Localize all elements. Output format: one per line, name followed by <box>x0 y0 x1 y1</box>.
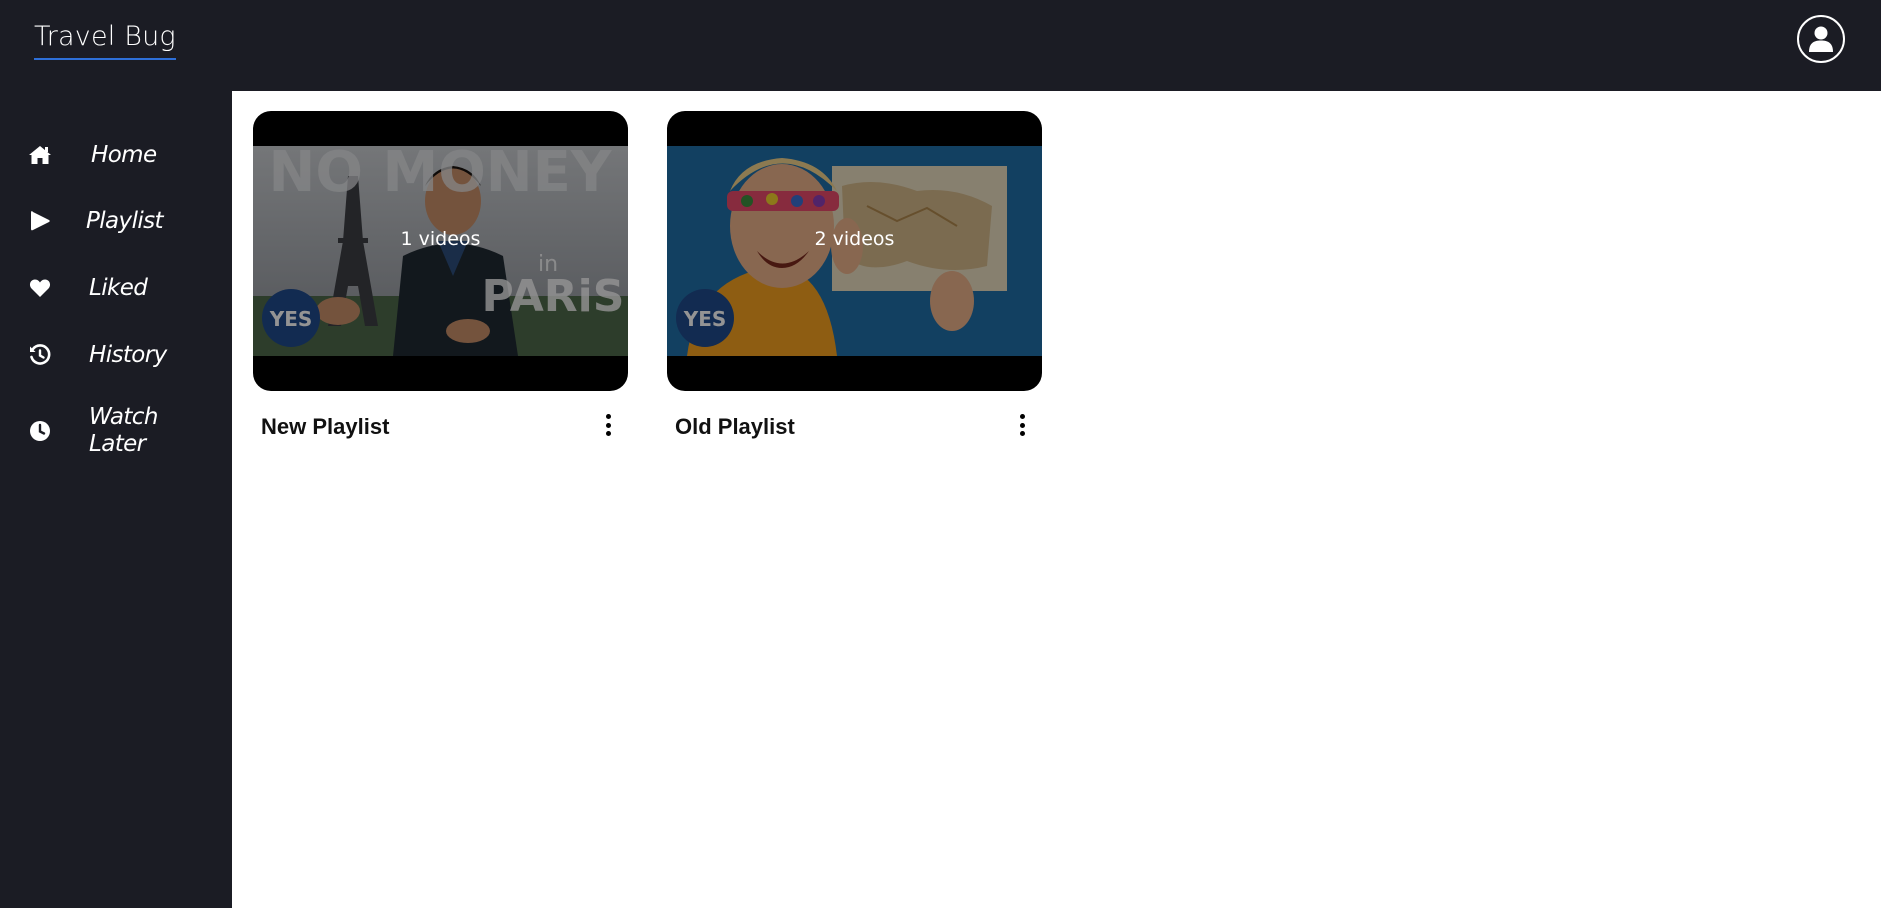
video-count: 1 videos <box>400 228 481 250</box>
sidebar-item-label: Watch Later <box>89 404 158 457</box>
clock-icon <box>28 419 52 443</box>
thumbnail-overlay <box>667 146 1042 356</box>
sidebar-item-label: Playlist <box>86 207 164 234</box>
sidebar-item-liked[interactable]: Liked <box>0 260 232 316</box>
sidebar-item-watch-later[interactable]: Watch Later <box>0 403 232 459</box>
sidebar-item-label: History <box>89 341 167 368</box>
video-count: 2 videos <box>814 228 895 250</box>
heart-icon <box>28 276 52 300</box>
more-options-icon[interactable] <box>600 412 616 438</box>
history-icon <box>28 343 52 367</box>
sidebar-item-playlist[interactable]: Playlist <box>0 193 232 249</box>
playlist-thumbnail[interactable]: NO MONEY in PARiS YES 1 videos <box>253 111 628 391</box>
sidebar-item-home[interactable]: Home <box>0 127 232 183</box>
more-options-icon[interactable] <box>1014 412 1030 438</box>
main-content: NO MONEY in PARiS YES 1 videos New Playl… <box>232 91 1881 908</box>
home-icon <box>28 143 52 167</box>
playlist-title[interactable]: New Playlist <box>261 414 389 440</box>
sidebar-item-label: Home <box>91 141 157 168</box>
playlist-thumbnail[interactable]: YES 2 videos <box>667 111 1042 391</box>
playlist-card[interactable]: NO MONEY in PARiS YES 1 videos New Playl… <box>253 111 628 439</box>
sidebar-item-label: Liked <box>89 274 148 301</box>
user-avatar-icon[interactable] <box>1797 15 1845 63</box>
thumbnail-overlay <box>253 146 628 356</box>
playlist-title[interactable]: Old Playlist <box>675 414 795 440</box>
sidebar-item-history[interactable]: History <box>0 327 232 383</box>
play-icon <box>28 209 52 233</box>
playlist-card[interactable]: YES 2 videos Old Playlist <box>667 111 1042 439</box>
top-bar: Travel Bug <box>0 0 1881 91</box>
sidebar: Home Playlist Liked History Watch Later <box>0 91 232 908</box>
brand-logo[interactable]: Travel Bug <box>34 22 176 60</box>
